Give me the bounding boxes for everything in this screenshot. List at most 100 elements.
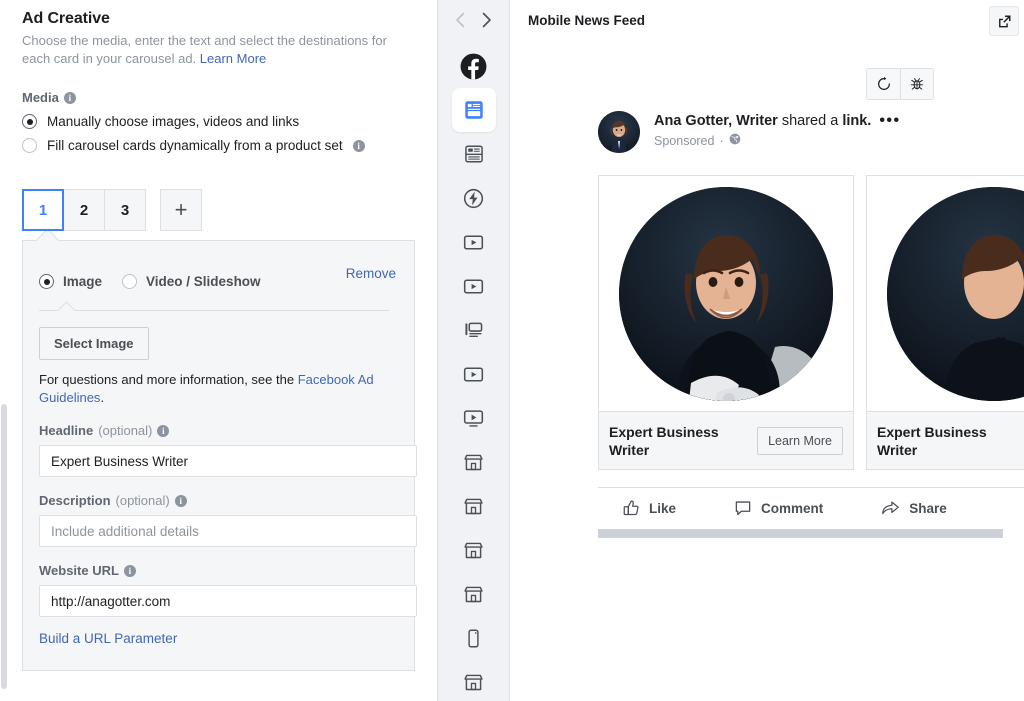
media-option-manual-label: Manually choose images, videos and links (47, 114, 299, 129)
share-label: Share (909, 501, 947, 516)
rail-item-video-player[interactable] (452, 352, 496, 396)
marketplace-icon (462, 451, 485, 474)
post-action-text: shared a (778, 113, 843, 129)
info-icon[interactable]: i (353, 140, 365, 152)
comment-button[interactable]: Comment (734, 499, 823, 517)
carousel-card[interactable]: Expert Business Writer Learn More (866, 175, 1024, 470)
facebook-logo-icon (460, 53, 487, 80)
carousel-card-title: Expert Business Writer (877, 423, 1017, 459)
globe-icon (729, 133, 741, 148)
in-stream-video-icon (462, 231, 485, 254)
rail-item-right-column[interactable] (452, 308, 496, 352)
refresh-preview-button[interactable] (867, 69, 900, 99)
rail-item-desktop-video[interactable] (452, 396, 496, 440)
description-label: Description (optional) i (39, 493, 396, 508)
radio-icon[interactable] (22, 114, 37, 129)
rail-item-marketplace-4[interactable] (452, 572, 496, 616)
headline-input[interactable]: Expert Business Writer (39, 445, 417, 477)
select-image-button[interactable]: Select Image (39, 327, 149, 360)
rail-item-mobile-device[interactable] (452, 616, 496, 660)
open-preview-in-new-window-button[interactable] (989, 6, 1019, 36)
rail-item-facebook-logo[interactable] (452, 44, 496, 88)
carousel-card-footer: Expert Business Writer Learn More (599, 411, 853, 469)
refresh-icon (876, 76, 892, 92)
info-icon[interactable]: i (175, 495, 187, 507)
headline-label: Headline (optional) i (39, 423, 396, 438)
info-icon[interactable]: i (124, 565, 136, 577)
radio-icon[interactable] (39, 274, 54, 289)
media-option-dynamic-label: Fill carousel cards dynamically from a p… (47, 138, 343, 153)
marketplace-icon (462, 495, 485, 518)
debug-preview-button[interactable] (900, 69, 933, 99)
rail-item-video-feeds[interactable] (452, 264, 496, 308)
rail-item-mobile-news-feed[interactable] (452, 88, 496, 132)
card-tab-3[interactable]: 3 (104, 189, 146, 231)
remove-card-link[interactable]: Remove (346, 266, 396, 281)
card-tab-1[interactable]: 1 (22, 189, 64, 231)
rail-item-in-stream-video[interactable] (452, 220, 496, 264)
media-option-manual[interactable]: Manually choose images, videos and links (22, 114, 415, 129)
instant-article-icon (462, 187, 485, 210)
rail-nav (451, 10, 497, 30)
info-icon[interactable]: i (64, 92, 76, 104)
mobile-news-feed-icon (463, 99, 485, 121)
headline-label-text: Headline (39, 423, 93, 438)
share-button[interactable]: Share (881, 499, 947, 517)
mobile-device-icon (462, 627, 485, 650)
media-label-text: Media (22, 90, 59, 105)
avatar (598, 111, 640, 153)
marketplace-icon (462, 583, 485, 606)
rail-item-marketplace-2[interactable] (452, 484, 496, 528)
post-period: . (867, 113, 871, 129)
description-input[interactable]: Include additional details (39, 515, 417, 547)
ellipsis-icon[interactable]: ••• (879, 112, 900, 129)
chevron-left-icon[interactable] (451, 10, 471, 30)
comment-label: Comment (761, 501, 823, 516)
portrait-photo (619, 187, 833, 401)
placement-preview-rail (437, 0, 510, 701)
radio-icon[interactable] (122, 274, 137, 289)
rail-item-marketplace-1[interactable] (452, 440, 496, 484)
carousel-cards[interactable]: Expert Business Writer Learn More (598, 175, 1024, 470)
carousel-card-cta-button[interactable]: Learn More (757, 427, 843, 455)
headline-optional-text: (optional) (98, 423, 152, 438)
post-link-word: link (842, 113, 867, 129)
guidelines-helper-suffix: . (100, 390, 104, 405)
carousel-card-image (599, 176, 853, 411)
editor-scrollbar-track[interactable] (0, 0, 8, 701)
creative-type-image[interactable]: Image (39, 274, 102, 289)
preview-horizontal-scrollbar[interactable] (598, 529, 1003, 538)
media-group: Media i Manually choose images, videos a… (22, 90, 415, 153)
radio-icon[interactable] (22, 138, 37, 153)
marketplace-icon (462, 671, 485, 694)
creative-type-group: Image Video / Slideshow (39, 274, 396, 289)
like-label: Like (649, 501, 676, 516)
carousel-card[interactable]: Expert Business Writer Learn More (598, 175, 854, 470)
build-url-parameter-link[interactable]: Build a URL Parameter (39, 631, 177, 646)
website-url-input[interactable]: http://anagotter.com (39, 585, 417, 617)
carousel-card-footer: Expert Business Writer Learn More (867, 411, 1024, 469)
rail-item-desktop-news-feed[interactable] (452, 132, 496, 176)
meta-separator: · (719, 134, 723, 148)
post-author-name[interactable]: Ana Gotter, Writer (654, 113, 778, 129)
rail-item-instant-article[interactable] (452, 176, 496, 220)
add-card-button[interactable]: + (160, 189, 202, 231)
website-url-field-group: Website URL i http://anagotter.com (39, 563, 396, 617)
rail-item-marketplace-3[interactable] (452, 528, 496, 572)
chevron-right-icon[interactable] (477, 10, 497, 30)
rail-item-marketplace-5[interactable] (452, 660, 496, 701)
editor-scrollbar-thumb[interactable] (1, 404, 7, 689)
like-button[interactable]: Like (622, 499, 676, 517)
video-feeds-icon (462, 275, 485, 298)
card-editor-panel: Remove Image Video / Slideshow (22, 240, 415, 671)
card-tab-2[interactable]: 2 (63, 189, 105, 231)
carousel-card-title: Expert Business Writer (609, 423, 749, 459)
marketplace-icon (462, 539, 485, 562)
creative-type-video[interactable]: Video / Slideshow (122, 274, 261, 289)
ad-creative-screen: Ad Creative Choose the media, enter the … (0, 0, 1024, 701)
ad-post-preview: Ana Gotter, Writer shared a link.••• Spo… (598, 111, 1024, 538)
media-option-dynamic[interactable]: Fill carousel cards dynamically from a p… (22, 138, 415, 153)
info-icon[interactable]: i (157, 425, 169, 437)
learn-more-link[interactable]: Learn More (200, 51, 266, 66)
section-description: Choose the media, enter the text and sel… (22, 32, 415, 68)
